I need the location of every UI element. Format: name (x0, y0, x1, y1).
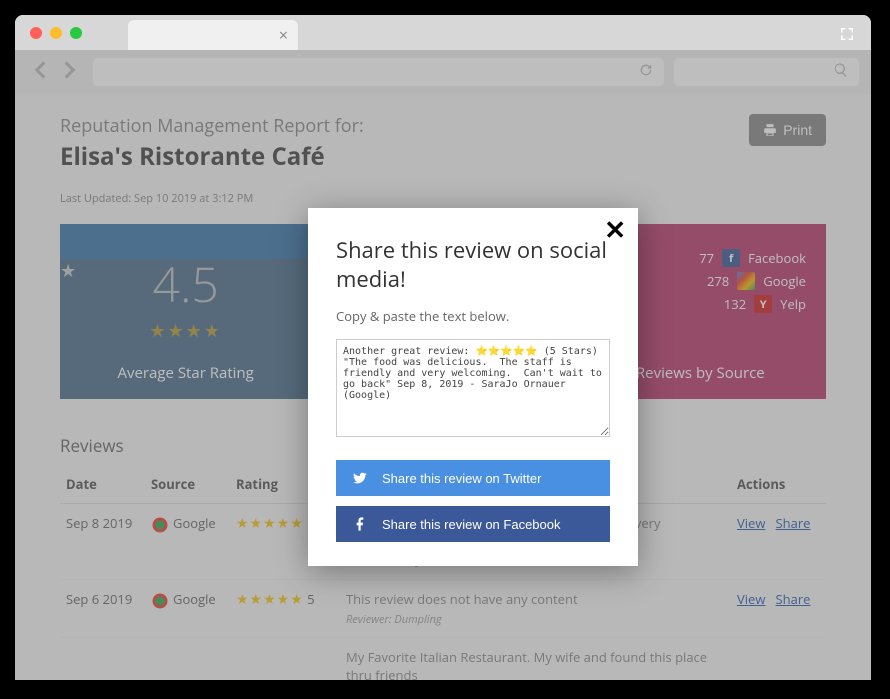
yelp-icon: Y (754, 295, 772, 313)
sources-label: Reviews by Source (636, 363, 765, 383)
table-row: Sep 6 2019 Google ★★★★★ 5 This review do… (60, 580, 826, 638)
facebook-icon: f (722, 249, 740, 267)
share-twitter-button[interactable]: Share this review on Twitter (336, 460, 610, 496)
share-link[interactable]: Share (776, 514, 811, 532)
star-icons: ★★★★★ (149, 319, 222, 343)
browser-window: × Reputation Management Report for: Elis… (15, 15, 871, 680)
browser-tabstrip: × (15, 15, 871, 50)
minimize-icon[interactable] (50, 27, 62, 39)
source-row-facebook: 77 f Facebook (684, 249, 806, 267)
google-icon (151, 592, 169, 610)
page-subtitle: Reputation Management Report for: (60, 114, 364, 138)
source-row-google: 278 Google (684, 272, 806, 290)
browser-toolbar (15, 50, 871, 94)
last-updated: Last Updated: Sep 10 2019 at 3:12 PM (60, 191, 826, 206)
share-modal: ✕ Share this review on social media! Cop… (308, 208, 638, 566)
search-bar[interactable] (674, 58, 859, 86)
col-source: Source (145, 465, 230, 504)
avg-rating-label: Average Star Rating (117, 363, 253, 383)
maximize-icon[interactable] (70, 27, 82, 39)
fullscreen-icon[interactable] (838, 25, 856, 48)
source-row-yelp: 132 Y Yelp (684, 295, 806, 313)
reload-icon[interactable] (638, 62, 654, 83)
share-link[interactable]: Share (776, 590, 811, 608)
close-icon[interactable] (30, 27, 42, 39)
avg-rating-value: 4.5 (153, 252, 219, 317)
facebook-icon (352, 516, 368, 532)
share-facebook-button[interactable]: Share this review on Facebook (336, 506, 610, 542)
print-button[interactable]: Print (749, 114, 826, 146)
address-bar[interactable] (93, 58, 664, 86)
col-date: Date (60, 465, 145, 504)
print-label: Print (783, 122, 812, 138)
modal-title: Share this review on social media! (336, 236, 610, 293)
star-icons: ★★★★★ (236, 590, 304, 609)
table-row: My Favorite Italian Restaurant. My wife … (60, 638, 826, 681)
share-text-input[interactable] (336, 339, 610, 437)
browser-tab[interactable]: × (128, 20, 298, 50)
window-controls (15, 27, 82, 39)
twitter-icon (352, 470, 368, 486)
forward-icon[interactable] (57, 57, 83, 88)
back-icon[interactable] (27, 57, 53, 88)
close-icon[interactable]: ✕ (604, 216, 626, 242)
star-icons: ★★★★★ (236, 514, 304, 533)
search-icon[interactable] (833, 62, 849, 83)
google-icon (151, 516, 169, 534)
col-actions: Actions (731, 465, 826, 504)
modal-subtitle: Copy & paste the text below. (336, 307, 610, 325)
view-link[interactable]: View (737, 514, 765, 532)
avg-rating-card: 4.5 ★★★★★ Average Star Rating (60, 224, 311, 399)
close-tab-icon[interactable]: × (279, 24, 288, 46)
print-icon (763, 123, 777, 137)
google-icon (737, 272, 755, 290)
view-link[interactable]: View (737, 590, 765, 608)
page-title: Elisa's Ristorante Café (60, 140, 364, 173)
